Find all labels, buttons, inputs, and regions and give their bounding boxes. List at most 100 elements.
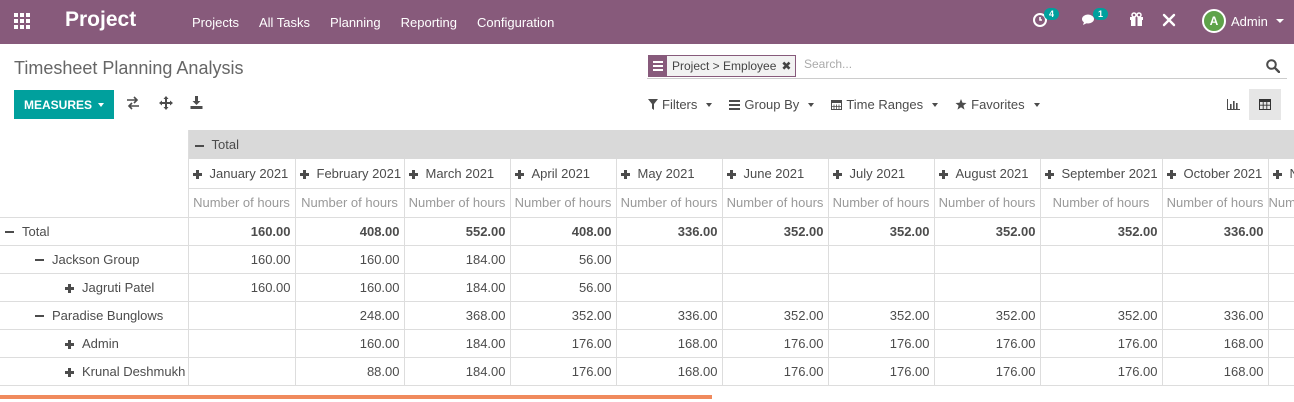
pivot-cell[interactable]: 160.00	[294, 328, 405, 358]
pivot-cell[interactable]	[827, 244, 935, 274]
column-total-header[interactable]: Total	[188, 130, 1294, 159]
measure-header[interactable]: Number of hours	[187, 188, 296, 218]
pivot-cell[interactable]: 352.00	[827, 300, 935, 330]
menu-configuration[interactable]: Configuration	[467, 15, 564, 30]
pivot-cell[interactable]: 408.00	[294, 216, 405, 246]
pivot-cell[interactable]	[1267, 244, 1294, 274]
pivot-cell[interactable]	[721, 272, 829, 302]
expand-all-icon[interactable]	[159, 96, 173, 113]
search-icon[interactable]	[1266, 59, 1281, 76]
pivot-cell[interactable]: 168.00	[615, 356, 723, 386]
menu-reporting[interactable]: Reporting	[391, 15, 467, 30]
pivot-cell[interactable]: 368.00	[403, 300, 511, 330]
pivot-cell[interactable]: 352.00	[933, 216, 1041, 246]
apps-menu-icon[interactable]	[14, 13, 32, 31]
pivot-cell[interactable]	[1267, 300, 1294, 330]
row-header[interactable]: Jagruti Patel	[0, 272, 188, 302]
pivot-cell[interactable]	[1039, 272, 1163, 302]
pivot-cell[interactable]	[1039, 244, 1163, 274]
measure-header[interactable]: Number of hours	[721, 188, 829, 218]
column-header[interactable]: October 2021	[1161, 159, 1269, 189]
pivot-cell[interactable]	[933, 244, 1041, 274]
column-header[interactable]: March 2021	[403, 159, 511, 189]
pivot-cell[interactable]: 168.00	[615, 328, 723, 358]
menu-all-tasks[interactable]: All Tasks	[249, 15, 320, 30]
measure-header[interactable]: Number of hours	[294, 188, 405, 218]
measure-header[interactable]: Number of hours	[933, 188, 1041, 218]
column-header[interactable]: N	[1267, 159, 1294, 189]
row-header[interactable]: Total	[0, 216, 188, 246]
column-header[interactable]: September 2021	[1039, 159, 1163, 189]
measure-header[interactable]: Number of hours	[1039, 188, 1163, 218]
search-input[interactable]	[804, 57, 1254, 71]
column-header[interactable]: July 2021	[827, 159, 935, 189]
measure-header[interactable]: Number of hours	[509, 188, 617, 218]
pivot-cell[interactable]: 176.00	[721, 356, 829, 386]
menu-projects[interactable]: Projects	[182, 15, 249, 30]
menu-planning[interactable]: Planning	[320, 15, 391, 30]
measure-header[interactable]: Number of hours	[1267, 188, 1294, 218]
pivot-cell[interactable]	[187, 356, 296, 386]
filters-button[interactable]: Filters	[648, 97, 713, 112]
pivot-cell[interactable]: 160.00	[187, 272, 296, 302]
app-name[interactable]: Project	[65, 8, 136, 32]
pivot-cell[interactable]	[1267, 216, 1294, 246]
pivot-cell[interactable]	[1267, 272, 1294, 302]
column-header[interactable]: June 2021	[721, 159, 829, 189]
user-avatar[interactable]: A	[1202, 9, 1226, 33]
pivot-cell[interactable]	[615, 272, 723, 302]
pivot-cell[interactable]	[1161, 272, 1269, 302]
pivot-cell[interactable]: 352.00	[1039, 300, 1163, 330]
gift-button[interactable]	[1129, 12, 1144, 30]
pivot-cell[interactable]: 168.00	[1161, 328, 1269, 358]
measure-header[interactable]: Number of hours	[1161, 188, 1269, 218]
facet-remove-icon[interactable]: ✖	[781, 56, 795, 76]
view-pivot-button[interactable]	[1249, 89, 1281, 120]
pivot-cell[interactable]	[615, 244, 723, 274]
pivot-cell[interactable]: 160.00	[294, 272, 405, 302]
column-header[interactable]: August 2021	[933, 159, 1041, 189]
row-header[interactable]: Krunal Deshmukh	[0, 356, 188, 386]
measure-header[interactable]: Number of hours	[827, 188, 935, 218]
pivot-cell[interactable]	[1267, 328, 1294, 358]
messages-button[interactable]: 1	[1081, 8, 1109, 30]
pivot-cell[interactable]: 408.00	[509, 216, 617, 246]
row-header[interactable]: Jackson Group	[0, 244, 188, 274]
pivot-cell[interactable]: 160.00	[187, 244, 296, 274]
favorites-button[interactable]: Favorites	[955, 97, 1040, 112]
pivot-cell[interactable]: 168.00	[1161, 356, 1269, 386]
pivot-cell[interactable]	[721, 244, 829, 274]
debug-button[interactable]	[1162, 13, 1176, 30]
pivot-cell[interactable]: 352.00	[933, 300, 1041, 330]
pivot-cell[interactable]: 184.00	[403, 356, 511, 386]
pivot-cell[interactable]: 160.00	[187, 216, 296, 246]
pivot-cell[interactable]: 176.00	[509, 328, 617, 358]
measures-button[interactable]: MEASURES	[14, 90, 114, 119]
pivot-cell[interactable]	[187, 328, 296, 358]
pivot-cell[interactable]: 176.00	[509, 356, 617, 386]
pivot-cell[interactable]: 176.00	[827, 328, 935, 358]
pivot-cell[interactable]: 184.00	[403, 328, 511, 358]
time-ranges-button[interactable]: Time Ranges	[831, 97, 939, 112]
pivot-cell[interactable]: 352.00	[721, 216, 829, 246]
pivot-cell[interactable]: 176.00	[933, 328, 1041, 358]
pivot-cell[interactable]: 336.00	[1161, 216, 1269, 246]
column-header[interactable]: May 2021	[615, 159, 723, 189]
pivot-cell[interactable]: 352.00	[721, 300, 829, 330]
pivot-cell[interactable]: 176.00	[933, 356, 1041, 386]
measure-header[interactable]: Number of hours	[403, 188, 511, 218]
measure-header[interactable]: Number of hours	[615, 188, 723, 218]
pivot-cell[interactable]: 248.00	[294, 300, 405, 330]
pivot-cell[interactable]	[1161, 244, 1269, 274]
pivot-cell[interactable]: 176.00	[827, 356, 935, 386]
pivot-cell[interactable]	[827, 272, 935, 302]
flip-axis-icon[interactable]	[126, 96, 140, 113]
row-header[interactable]: Paradise Bunglows	[0, 300, 188, 330]
pivot-cell[interactable]	[1267, 356, 1294, 386]
pivot-cell[interactable]: 88.00	[294, 356, 405, 386]
pivot-cell[interactable]: 336.00	[615, 300, 723, 330]
pivot-cell[interactable]: 352.00	[509, 300, 617, 330]
view-graph-button[interactable]	[1217, 89, 1249, 120]
pivot-cell[interactable]	[187, 300, 296, 330]
pivot-cell[interactable]: 160.00	[294, 244, 405, 274]
